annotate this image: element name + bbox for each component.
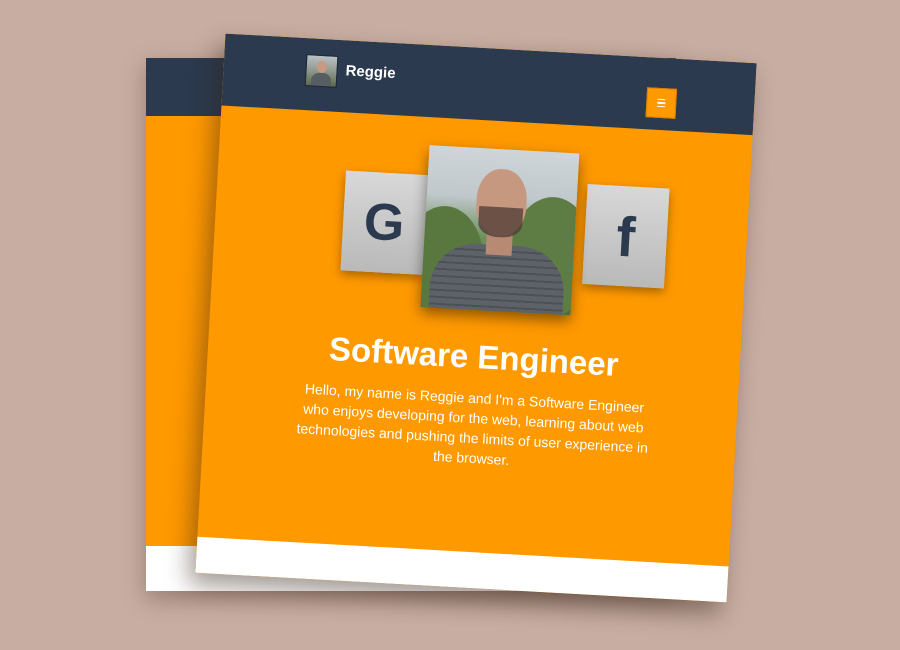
hamburger-icon [657, 98, 666, 101]
profile-gallery: G f [211, 133, 751, 327]
facebook-tile[interactable]: f [582, 184, 670, 289]
navbar: Reggie [221, 33, 757, 136]
google-icon: G [362, 192, 406, 253]
profile-photo [420, 145, 580, 316]
site-name[interactable]: Reggie [345, 62, 396, 82]
menu-button[interactable] [645, 87, 678, 119]
hero-description: Hello, my name is Reggie and I'm a Softw… [296, 380, 649, 469]
page-card: Reggie G f Software Engineer Hello, my n… [195, 33, 757, 603]
hero-title: Software Engineer [328, 329, 620, 383]
facebook-icon: f [614, 204, 637, 269]
page-footer [195, 536, 729, 603]
google-tile[interactable]: G [340, 170, 428, 275]
avatar[interactable] [304, 54, 339, 88]
